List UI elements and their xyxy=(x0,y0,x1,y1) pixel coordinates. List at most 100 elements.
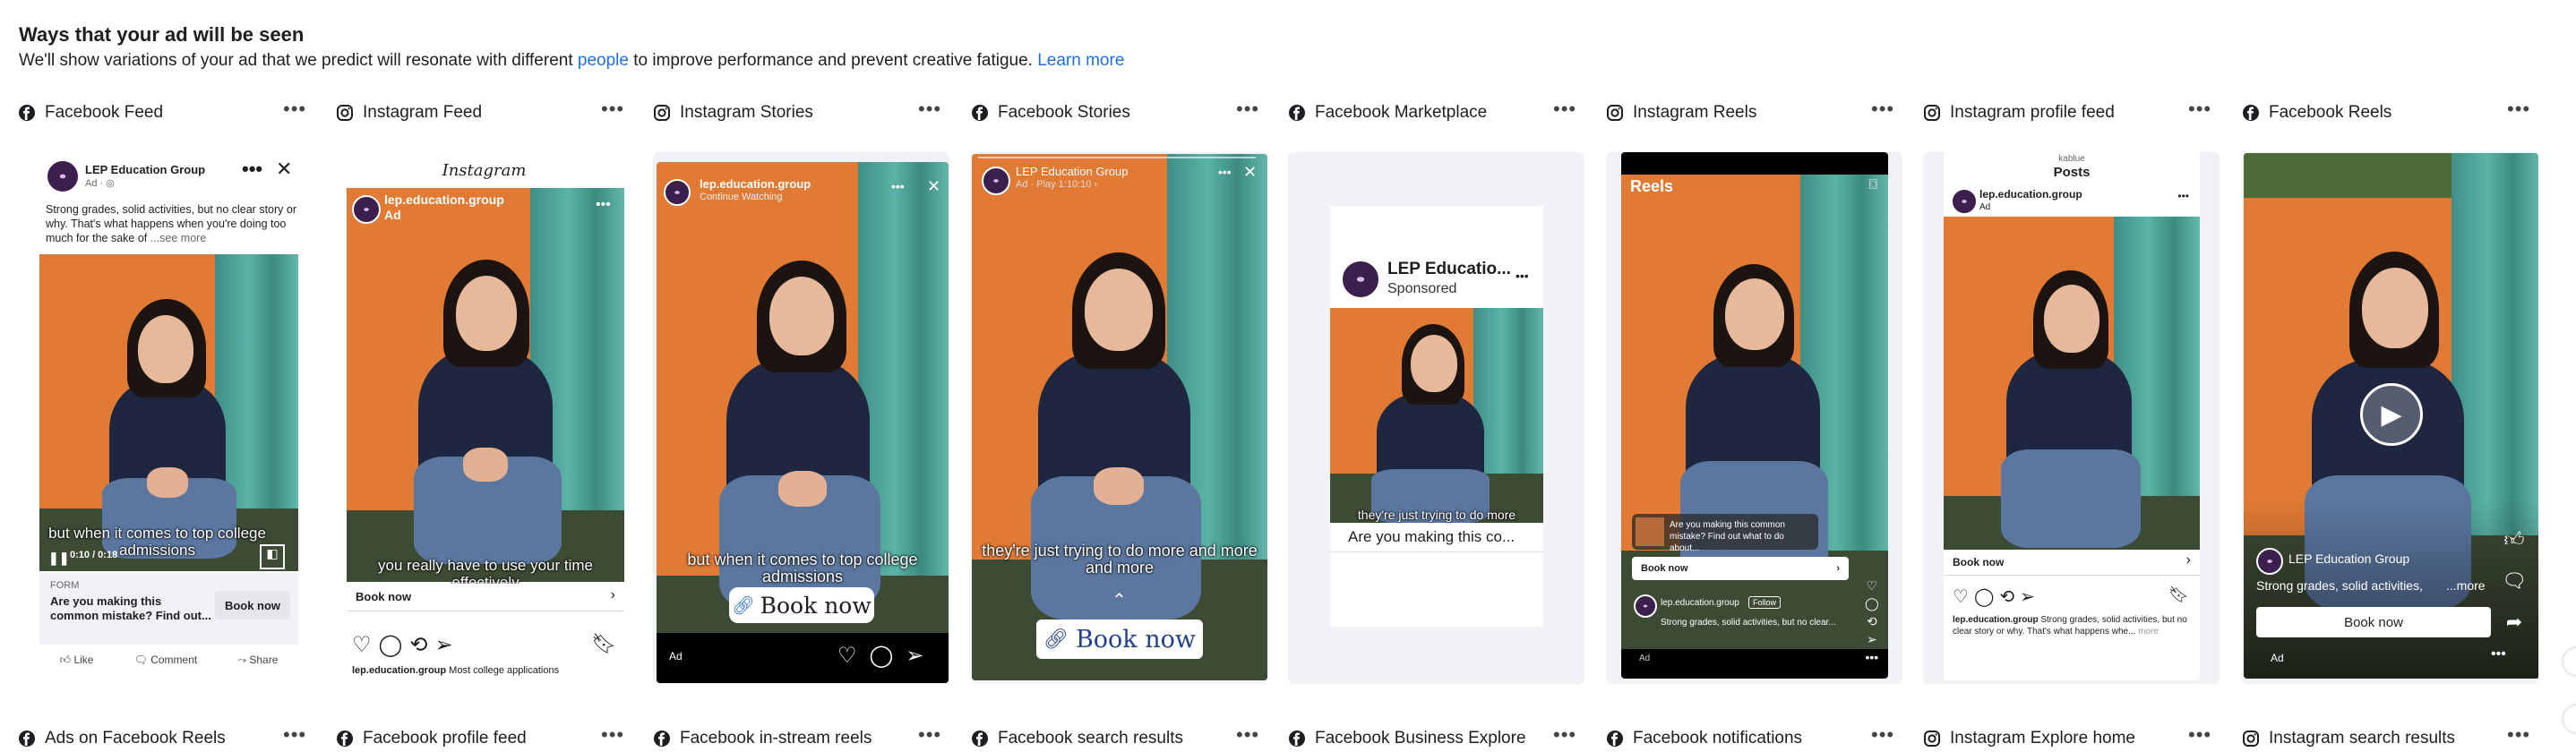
placement-more-options-icon[interactable]: ••• xyxy=(601,723,624,747)
thumbs-up-icon[interactable]: 👍︎ xyxy=(2502,519,2527,560)
placement-more-options-icon[interactable]: ••• xyxy=(283,98,306,121)
scroll-next-button-2[interactable] xyxy=(2563,705,2576,732)
follow-button[interactable]: Follow xyxy=(1748,596,1782,609)
comment-icon[interactable]: ◯ xyxy=(1865,594,1879,612)
send-icon[interactable]: ➢ xyxy=(906,643,923,669)
ad-video[interactable] xyxy=(347,188,624,582)
book-now-button[interactable]: Book now › xyxy=(1632,557,1849,580)
placement-name: Instagram Stories xyxy=(680,103,813,122)
instagram-icon xyxy=(1606,104,1624,122)
share-button[interactable]: ⤳ Share xyxy=(237,654,278,675)
play-icon[interactable]: ▶ xyxy=(2360,383,2423,446)
send-icon[interactable]: ➢ xyxy=(2020,585,2035,608)
placement-name: Instagram Reels xyxy=(1633,103,1757,122)
placement-more-options-icon[interactable]: ••• xyxy=(2507,723,2530,747)
reel-caption: Strong grades, solid activities, xyxy=(2256,578,2423,593)
preview-instagram-feed[interactable]: Instagram lep.education.group Ad ••• you… xyxy=(336,152,632,684)
placement-more-options-icon[interactable]: ••• xyxy=(1553,723,1576,747)
chevron-right-icon: › xyxy=(1836,563,1840,574)
preview-facebook-stories[interactable]: LEP Education Group Ad · Play 1:10:10 › … xyxy=(971,152,1267,684)
bookmark-icon[interactable]: 🔖︎ xyxy=(2168,585,2189,604)
more-options-icon[interactable]: ••• xyxy=(1516,269,1529,283)
book-now-button[interactable]: Book now xyxy=(215,591,290,620)
more-options-icon[interactable]: ••• xyxy=(891,179,905,193)
instagram-icon xyxy=(1923,104,1941,122)
cta-bar[interactable]: Book now › xyxy=(1944,550,2200,576)
reel-caption: Strong grades, solid activities, but no … xyxy=(1661,618,1836,628)
comment-icon[interactable]: ◯ xyxy=(870,643,894,669)
repost-icon[interactable]: ⟲ xyxy=(1999,585,2014,608)
action-icons: ♡ ◯ ⟲ ➢ xyxy=(1953,585,2035,608)
learn-more-link[interactable]: Learn more xyxy=(1037,51,1124,70)
pause-icon[interactable]: ❚❚ xyxy=(48,551,69,566)
comment-icon[interactable]: ◯ xyxy=(379,632,403,658)
fullscreen-icon[interactable]: ◧ xyxy=(260,544,285,569)
placement-more-options-icon[interactable]: ••• xyxy=(1236,723,1259,747)
close-icon[interactable]: ✕ xyxy=(276,158,292,181)
send-icon[interactable]: ➢ xyxy=(1865,630,1879,648)
see-more-link[interactable]: ...see more xyxy=(150,232,207,244)
chevron-up-icon[interactable]: ⌃ xyxy=(971,589,1267,611)
comment-icon[interactable]: ◯ xyxy=(1974,585,1994,608)
facebook-icon xyxy=(18,730,36,748)
repost-icon[interactable]: ⟲ xyxy=(1865,612,1879,630)
post-video[interactable] xyxy=(1944,217,2200,550)
more-options-icon[interactable]: ••• xyxy=(242,158,262,181)
placement-more-options-icon[interactable]: ••• xyxy=(918,98,941,121)
placement-more-options-icon[interactable]: ••• xyxy=(2188,98,2211,121)
instagram-logo: Instagram xyxy=(442,161,527,180)
placement-more-options-icon[interactable]: ••• xyxy=(1871,723,1894,747)
placement-more-options-icon[interactable]: ••• xyxy=(2188,723,2211,747)
placement-more-options-icon[interactable]: ••• xyxy=(1871,98,1894,121)
preview-instagram-profile-feed[interactable]: kablue Posts lep.education.group Ad ••• … xyxy=(1923,152,2220,684)
placement-more-options-icon[interactable]: ••• xyxy=(283,723,306,747)
video-time: 0:10 / 0:18 xyxy=(70,550,118,560)
heart-icon[interactable]: ♡ xyxy=(1953,585,1969,608)
preview-instagram-stories[interactable]: lep.education.group Continue Watching ••… xyxy=(653,152,949,684)
share-icon[interactable]: ➦ xyxy=(2502,602,2527,643)
preview-facebook-reels[interactable]: ▶ 👍︎ 🗨︎ ➦ LEP Education Group Strong gra… xyxy=(2242,152,2538,684)
video-caption: they're just trying to do more and more … xyxy=(982,542,1258,577)
placement-more-options-icon[interactable]: ••• xyxy=(1236,98,1259,121)
send-icon[interactable]: ➢ xyxy=(434,632,452,658)
promo-thumbnail xyxy=(1636,517,1664,546)
book-now-button[interactable]: 🔗︎ Book now xyxy=(729,587,874,623)
see-more-link[interactable]: ...more xyxy=(2446,578,2486,593)
repost-icon[interactable]: ⟲ xyxy=(409,632,427,658)
heart-icon[interactable]: ♡ xyxy=(837,643,857,669)
placement-more-options-icon[interactable]: ••• xyxy=(2507,98,2530,121)
book-now-button[interactable]: 🔗︎ Book now xyxy=(1036,620,1203,659)
placement-more-options-icon[interactable]: ••• xyxy=(918,723,941,747)
more-options-icon[interactable]: ••• xyxy=(2491,646,2506,662)
more-options-icon[interactable]: ••• xyxy=(1218,165,1232,179)
promo-card[interactable]: Are you making this common mistake? Find… xyxy=(1632,514,1818,553)
more-options-icon[interactable]: ••• xyxy=(1865,648,1879,666)
comment-icon[interactable]: 🗨︎ xyxy=(2502,560,2527,602)
people-link[interactable]: people xyxy=(578,51,629,70)
preview-facebook-feed[interactable]: LEP Education Group Ad · ◎ ••• ✕ Strong … xyxy=(18,152,314,684)
preview-facebook-marketplace[interactable]: LEP Educatio... Sponsored ••• they're ju… xyxy=(1288,152,1584,684)
scroll-next-button[interactable] xyxy=(2563,648,2576,675)
placement-more-options-icon[interactable]: ••• xyxy=(1553,98,1576,121)
camera-icon[interactable]: ⌼ xyxy=(1868,177,1877,193)
like-button[interactable]: 👍︎ Like xyxy=(60,654,94,675)
heart-icon[interactable]: ♡ xyxy=(1865,577,1879,594)
comment-button[interactable]: 🗨︎ Comment xyxy=(134,654,198,675)
ad-label: Ad xyxy=(384,208,401,222)
heart-icon[interactable]: ♡ xyxy=(352,632,372,658)
book-now-button[interactable]: Book now xyxy=(2256,607,2491,637)
ad-video[interactable] xyxy=(1330,308,1543,523)
instagram-icon xyxy=(336,104,354,122)
close-icon[interactable]: ✕ xyxy=(927,177,940,196)
ad-video[interactable] xyxy=(39,254,298,571)
close-icon[interactable]: ✕ xyxy=(1243,163,1257,182)
preview-instagram-reels[interactable]: Reels ⌼ Are you making this common mista… xyxy=(1606,152,1902,684)
cta-bar[interactable]: Book now › xyxy=(347,584,624,611)
more-options-icon[interactable]: ••• xyxy=(596,197,611,213)
ad-label: Ad xyxy=(669,650,683,662)
placement-more-options-icon[interactable]: ••• xyxy=(601,98,624,121)
placement-name: Facebook Business Explore xyxy=(1315,729,1526,748)
more-options-icon[interactable]: ••• xyxy=(2177,190,2189,202)
profile-username: kablue xyxy=(2058,154,2085,164)
bookmark-icon[interactable]: 🔖︎ xyxy=(591,632,616,655)
